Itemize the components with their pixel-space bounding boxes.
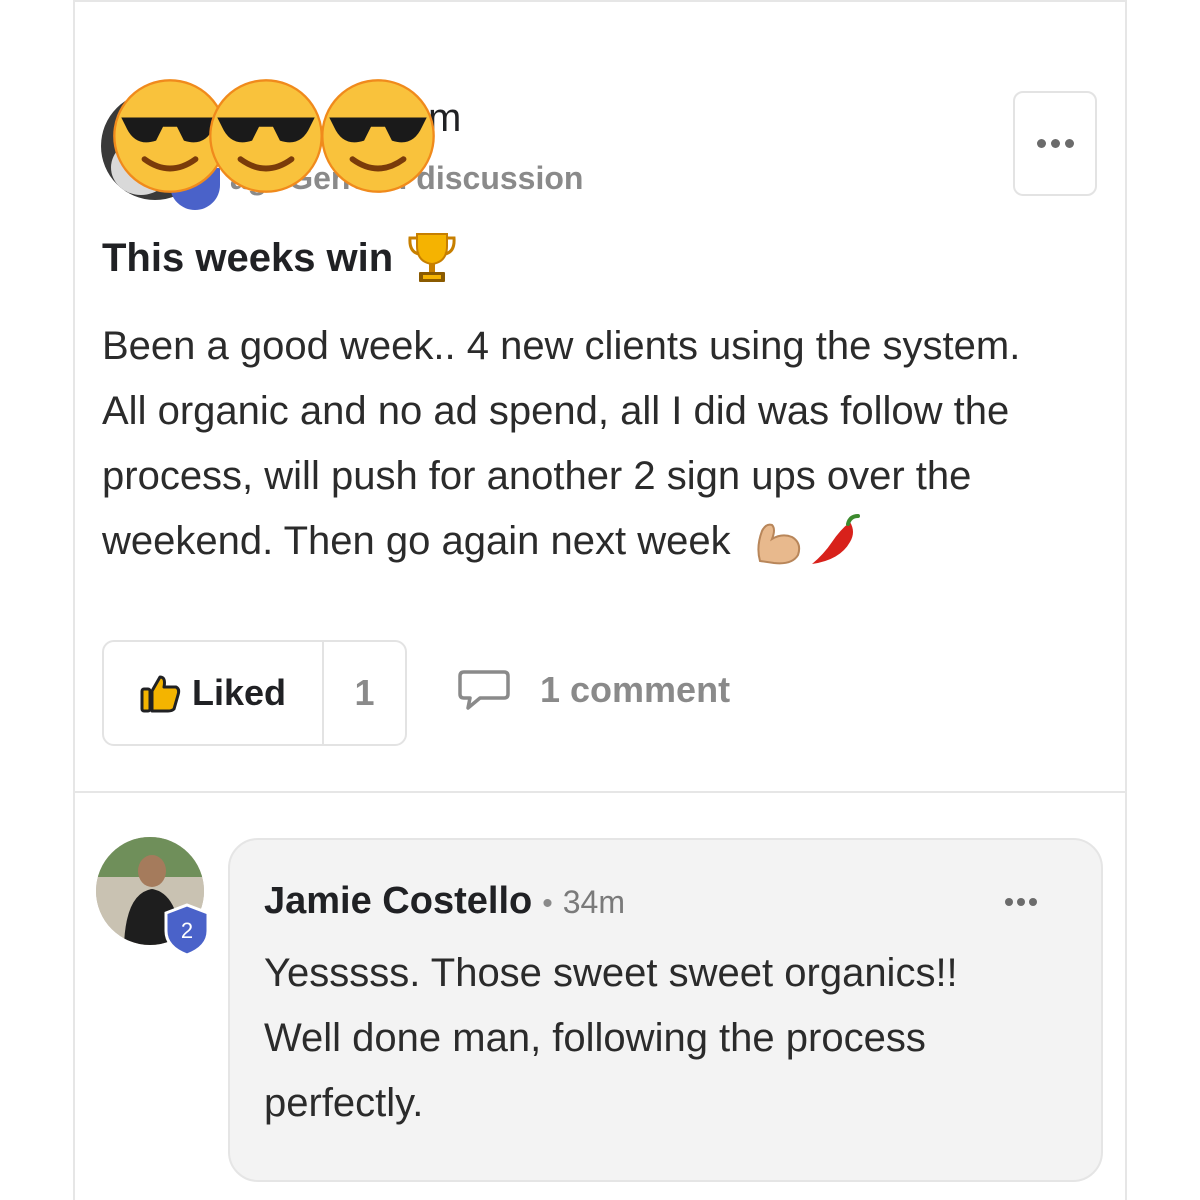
comment-body: Yesssss. Those sweet sweet organics!! We… [264, 941, 1084, 1136]
like-label: Liked [191, 672, 287, 713]
like-count[interactable]: 1 [324, 642, 405, 744]
post-body-line: Been a good week.. 4 new clients using t… [102, 324, 1021, 368]
thumbs-up-icon [140, 675, 181, 713]
hot-pepper-icon [811, 514, 860, 565]
sunglasses-emoji-icon [321, 79, 435, 193]
comment-bubble-icon [458, 670, 510, 710]
commenter-name[interactable]: Jamie Costello [264, 880, 532, 923]
comment-header: Jamie Costello • 34m [264, 880, 625, 923]
post-more-button[interactable] [1013, 91, 1097, 196]
like-button[interactable]: Liked [104, 642, 324, 744]
post-title-text: This weeks win [102, 235, 394, 280]
comment-body-line: perfectly. [264, 1081, 424, 1125]
post-body: Been a good week.. 4 new clients using t… [102, 314, 1102, 574]
post-body-line-last: weekend. Then go again next week [102, 509, 1102, 574]
section-divider [75, 791, 1125, 793]
comment-body-line: Yesssss. Those sweet sweet organics!! [264, 951, 958, 995]
like-control: Liked 1 [102, 640, 407, 746]
post-body-line: All organic and no ad spend, all I did w… [102, 389, 1010, 433]
comment-body-line: Well done man, following the process [264, 1016, 926, 1060]
comment-more-button[interactable] [1005, 898, 1037, 906]
comment-count-label: 1 comment [540, 669, 731, 710]
commenter-level-badge: 2 [164, 903, 210, 957]
more-dots-icon [1036, 139, 1074, 148]
comment-time: 34m [562, 884, 625, 920]
comment-separator: • [542, 887, 553, 920]
comments-link[interactable]: 1 comment [458, 668, 730, 712]
sunglasses-emoji-icon [209, 79, 323, 193]
post-title: This weeks win [102, 230, 457, 286]
post-body-line: process, will push for another 2 sign up… [102, 454, 972, 498]
commenter-level: 2 [181, 918, 193, 943]
trophy-icon [408, 233, 456, 282]
flexed-biceps-icon [757, 524, 800, 565]
